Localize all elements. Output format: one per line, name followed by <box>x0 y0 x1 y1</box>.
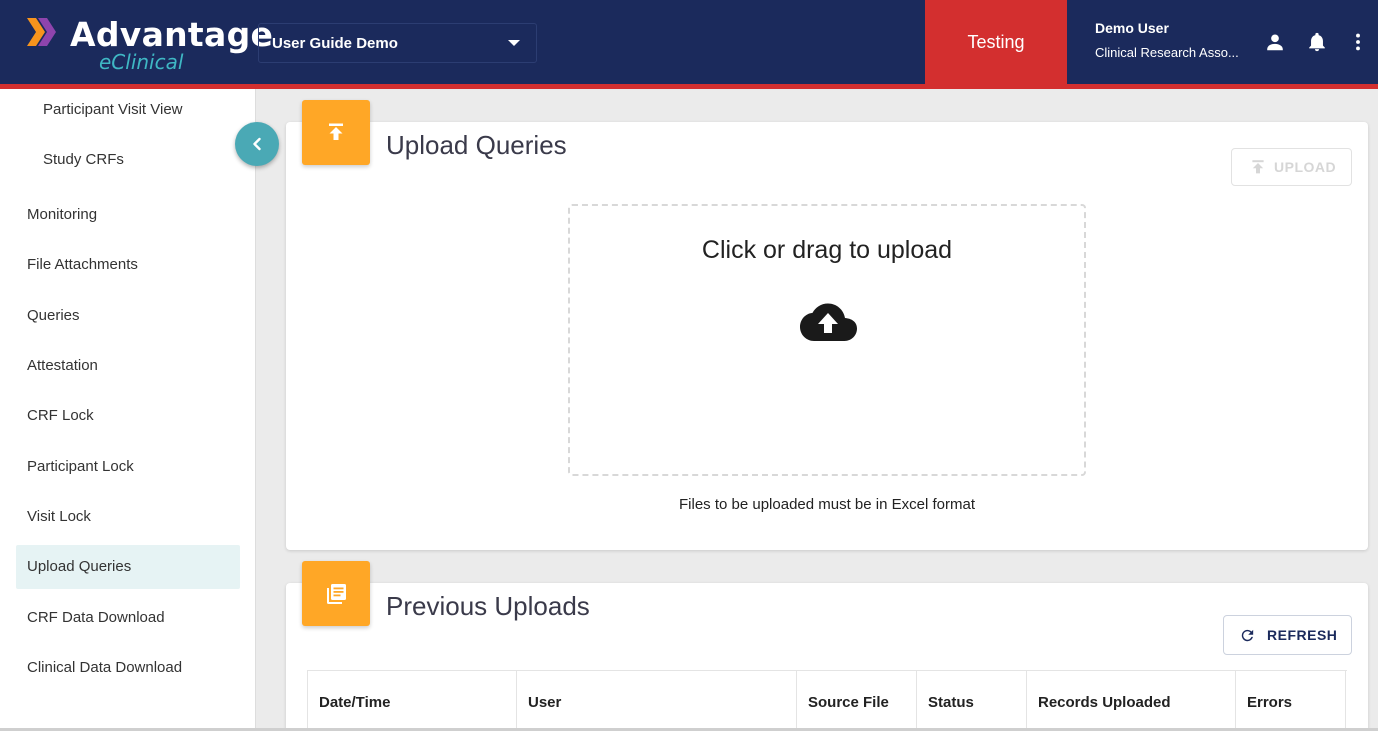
column-header-source-file[interactable]: Source File <box>797 671 917 731</box>
upload-card-badge <box>302 100 370 165</box>
dropzone-text: Click or drag to upload <box>701 236 953 264</box>
sidebar-item-participant-visit-view[interactable]: Participant Visit View <box>16 88 240 132</box>
column-header-records-uploaded[interactable]: Records Uploaded <box>1027 671 1236 731</box>
sidebar-item-participant-lock[interactable]: Participant Lock <box>16 445 240 489</box>
user-role: Clinical Research Asso... <box>1095 45 1239 60</box>
user-name: Demo User <box>1095 20 1169 36</box>
logo-chevrons-icon <box>27 18 56 46</box>
sidebar-collapse-button[interactable] <box>235 122 279 166</box>
sidebar-item-study-crfs[interactable]: Study CRFs <box>16 138 240 182</box>
more-vert-icon[interactable] <box>1347 31 1369 53</box>
sidebar-item-visit-lock[interactable]: Visit Lock <box>16 495 240 539</box>
sidebar-item-file-attachments[interactable]: File Attachments <box>16 243 240 287</box>
sidebar-item-clinical-data-download[interactable]: Clinical Data Download <box>16 646 240 690</box>
column-header-date-time[interactable]: Date/Time <box>307 671 517 731</box>
sidebar-item-monitoring[interactable]: Monitoring <box>16 193 240 237</box>
upload-format-hint: Files to be uploaded must be in Excel fo… <box>679 496 975 513</box>
environment-label: Testing <box>967 31 1025 52</box>
previous-uploads-title: Previous Uploads <box>386 591 590 621</box>
file-dropzone[interactable]: Click or drag to upload <box>568 204 1086 476</box>
column-header-user[interactable]: User <box>517 671 797 731</box>
sidebar-nav: Participant Visit View Study CRFs Monito… <box>0 89 256 731</box>
previous-uploads-badge <box>302 561 370 626</box>
upload-button[interactable]: UPLOAD <box>1231 148 1352 186</box>
uploads-table-header: Date/Time User Source File Status Record… <box>307 670 1347 731</box>
refresh-button[interactable]: REFRESH <box>1223 615 1352 655</box>
cloud-upload-icon <box>800 303 857 341</box>
sidebar-item-upload-queries[interactable]: Upload Queries <box>16 545 240 589</box>
bell-icon[interactable] <box>1306 31 1328 53</box>
refresh-icon <box>1241 629 1254 642</box>
library-books-icon <box>327 584 346 604</box>
column-header-status[interactable]: Status <box>917 671 1027 731</box>
user-info: Demo User Clinical Research Asso... <box>1095 20 1245 60</box>
refresh-button-label: REFRESH <box>1267 627 1338 643</box>
environment-badge: Testing <box>925 0 1067 84</box>
upload-icon <box>1252 160 1264 174</box>
upload-icon <box>329 123 343 140</box>
account-icon[interactable] <box>1264 31 1286 53</box>
app-logo[interactable]: Advantage eClinical <box>27 14 273 74</box>
chevron-left-icon <box>253 137 261 151</box>
sidebar-item-crf-data-download[interactable]: CRF Data Download <box>16 596 240 640</box>
chevron-down-icon <box>508 40 520 46</box>
sidebar-item-queries[interactable]: Queries <box>16 294 240 338</box>
brand-subtitle: eClinical <box>99 50 184 74</box>
study-select-value: User Guide Demo <box>272 35 398 52</box>
column-header-errors[interactable]: Errors <box>1236 671 1346 731</box>
sidebar-item-crf-lock[interactable]: CRF Lock <box>16 394 240 438</box>
top-app-bar: Advantage eClinical User Guide Demo Test… <box>0 0 1378 84</box>
study-select[interactable]: User Guide Demo <box>258 23 537 63</box>
sidebar-item-attestation[interactable]: Attestation <box>16 344 240 388</box>
brand-name: Advantage <box>70 15 274 54</box>
upload-queries-title: Upload Queries <box>386 130 567 160</box>
upload-button-label: UPLOAD <box>1274 159 1337 175</box>
